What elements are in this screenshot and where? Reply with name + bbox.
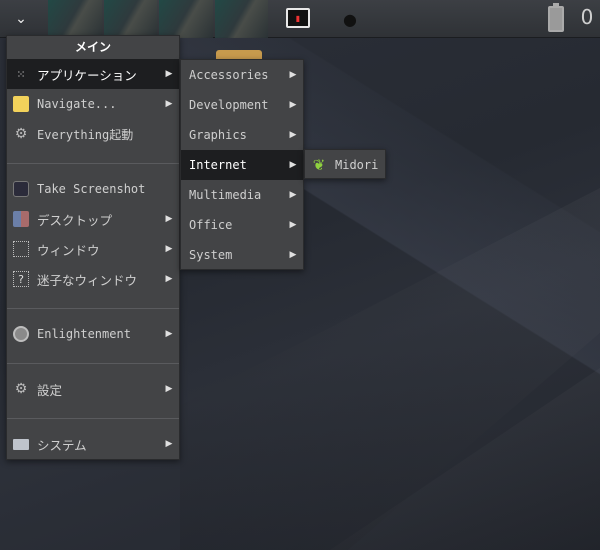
menu-item-label: System (189, 248, 233, 262)
menu-item-enlightenment[interactable]: Enlightenment ▶ (7, 319, 179, 349)
virtual-desktop-pager[interactable] (48, 0, 268, 38)
menu-item-applications[interactable]: ⁙ アプリケーション ▶ (7, 59, 179, 89)
submenu-arrow-icon: ▶ (165, 384, 173, 394)
submenu-arrow-icon: ▶ (289, 160, 297, 170)
pager-desk[interactable] (214, 0, 268, 38)
submenu-item-system[interactable]: System ▶ (181, 240, 303, 270)
enlightenment-icon (13, 326, 29, 342)
desktop-icon (13, 211, 29, 227)
submenu-arrow-icon: ▶ (165, 329, 173, 339)
submenu-item-internet[interactable]: Internet ▶ (181, 150, 303, 180)
menu-separator (7, 308, 179, 309)
menu-item-label: 設定 (37, 382, 63, 398)
submenu-item-accessories[interactable]: Accessories ▶ (181, 60, 303, 90)
submenu-arrow-icon: ▶ (165, 214, 173, 224)
menu-item-system[interactable]: システム ▶ (7, 429, 179, 459)
clock-text[interactable]: 0 (580, 5, 594, 29)
submenu-arrow-icon: ▶ (289, 130, 297, 140)
menu-item-everything[interactable]: ⚙ Everything起動 (7, 119, 179, 149)
menu-item-label: Midori (335, 158, 379, 172)
menu-item-label: Everything起動 (37, 127, 134, 142)
submenu-arrow-icon: ▶ (289, 220, 297, 230)
submenu-arrow-icon: ▶ (289, 190, 297, 200)
menu-item-label: システム (37, 437, 87, 453)
submenu-arrow-icon: ▶ (289, 70, 297, 80)
backlight-icon[interactable]: ● (340, 7, 360, 31)
menu-item-lost-windows[interactable]: ? 迷子なウィンドウ ▶ (7, 264, 179, 294)
menu-item-take-screenshot[interactable]: Take Screenshot (7, 174, 179, 204)
folder-icon (13, 96, 29, 112)
pager-desk[interactable] (159, 0, 213, 38)
menu-item-label: 迷子なウィンドウ (37, 272, 138, 288)
top-shelf: ⌄ ▮ ● 0 (0, 0, 600, 38)
submenu-arrow-icon: ▶ (165, 69, 173, 79)
menu-item-label: Enlightenment (37, 327, 131, 341)
menu-item-windows[interactable]: ウィンドウ ▶ (7, 234, 179, 264)
submenu-arrow-icon: ▶ (165, 274, 173, 284)
submenu-item-midori[interactable]: ❦ Midori (305, 150, 385, 180)
menu-item-label: デスクトップ (37, 212, 113, 228)
menu-separator (7, 163, 179, 164)
submenu-arrow-icon: ▶ (289, 250, 297, 260)
window-icon (13, 241, 29, 257)
main-menu: メイン ⁙ アプリケーション ▶ Navigate... ▶ ⚙ Everyth… (6, 35, 180, 460)
chevron-down-icon: ⌄ (15, 11, 27, 27)
submenu-item-development[interactable]: Development ▶ (181, 90, 303, 120)
applications-submenu: Accessories ▶ Development ▶ Graphics ▶ I… (180, 59, 304, 270)
menu-item-label: Accessories (189, 68, 269, 82)
submenu-arrow-icon: ▶ (165, 244, 173, 254)
menu-item-label: Graphics (189, 128, 247, 142)
camera-icon (13, 181, 29, 197)
settings-gear-icon: ⚙ (14, 381, 28, 397)
menu-item-label: Development (189, 98, 269, 112)
submenu-item-multimedia[interactable]: Multimedia ▶ (181, 180, 303, 210)
menu-item-settings[interactable]: ⚙ 設定 ▶ (7, 374, 179, 404)
gear-icon: ⚙ (14, 126, 28, 142)
menu-item-desktop[interactable]: デスクトップ ▶ (7, 204, 179, 234)
menu-item-label: ウィンドウ (37, 242, 100, 258)
terminal-icon[interactable]: ▮ (286, 8, 310, 28)
pager-desk[interactable] (48, 0, 102, 38)
pager-desk[interactable] (103, 0, 157, 38)
main-menu-title: メイン (74, 40, 111, 54)
lost-window-icon: ? (13, 271, 29, 287)
menu-separator (7, 363, 179, 364)
menu-item-label: Multimedia (189, 188, 262, 202)
menu-item-label: Take Screenshot (37, 182, 146, 196)
battery-icon[interactable] (548, 3, 564, 32)
submenu-arrow-icon: ▶ (289, 100, 297, 110)
monitor-icon (13, 438, 29, 450)
submenu-arrow-icon: ▶ (165, 439, 173, 449)
menu-item-label: Navigate... (37, 97, 117, 111)
menu-separator (7, 418, 179, 419)
menu-item-label: アプリケーション (37, 67, 137, 83)
midori-leaf-icon: ❦ (312, 156, 326, 174)
menu-item-label: Office (189, 218, 233, 232)
internet-submenu: ❦ Midori (304, 149, 386, 179)
apps-icon: ⁙ (16, 67, 26, 81)
start-menu-button[interactable]: ⌄ (6, 4, 36, 34)
submenu-arrow-icon: ▶ (165, 99, 173, 109)
submenu-item-office[interactable]: Office ▶ (181, 210, 303, 240)
submenu-item-graphics[interactable]: Graphics ▶ (181, 120, 303, 150)
menu-item-label: Internet (189, 158, 247, 172)
menu-item-navigate[interactable]: Navigate... ▶ (7, 89, 179, 119)
